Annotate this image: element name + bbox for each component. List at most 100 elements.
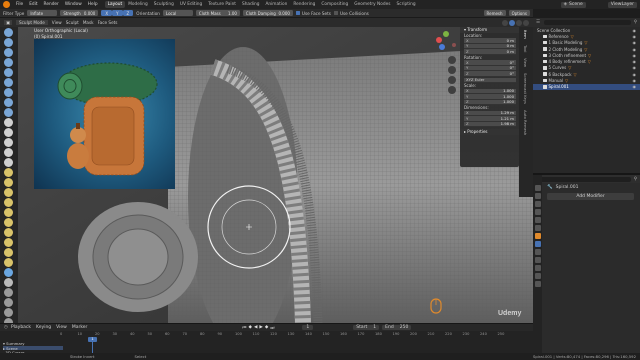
visibility-eye-icon[interactable]: ◉ [633, 78, 637, 83]
dimensions-z-field[interactable]: Z 1.98 m [464, 121, 516, 127]
use-face-sets-checkbox[interactable]: Use Face Sets [295, 11, 331, 16]
menu-sculpt[interactable]: Sculpt [66, 20, 79, 25]
mode-dropdown[interactable]: Sculpt Mode [15, 20, 48, 25]
visibility-eye-icon[interactable]: ◉ [633, 28, 637, 33]
menu-window[interactable]: Window [62, 2, 85, 7]
timeline-menu-playback[interactable]: Playback [11, 325, 31, 330]
blob-brush-icon[interactable] [4, 98, 13, 107]
constraints-tab-icon[interactable] [534, 265, 541, 271]
end-frame-field[interactable]: End 250 [382, 325, 412, 330]
zoom-view-icon[interactable] [448, 56, 456, 64]
outliner-editor-icon[interactable]: ☰ [536, 20, 540, 25]
gizmo-neg-x-icon[interactable] [452, 43, 456, 47]
inflate-brush-icon[interactable] [4, 88, 13, 97]
fill-brush-icon[interactable] [4, 138, 13, 147]
scene-tab-icon[interactable] [534, 217, 541, 223]
flatten-brush-icon[interactable] [4, 128, 13, 137]
sidebar-tab-view[interactable]: View [523, 55, 528, 70]
visibility-eye-icon[interactable]: ◉ [633, 40, 637, 45]
include-checkbox-icon[interactable] [543, 40, 547, 45]
prev-keyframe-icon[interactable]: ◆ [248, 325, 251, 331]
workspace-tab-layout[interactable]: Layout [104, 1, 126, 8]
include-checkbox-icon[interactable] [543, 53, 547, 58]
grab-brush-icon[interactable] [4, 178, 13, 187]
jump-end-icon[interactable]: ⏭ [270, 325, 274, 331]
shading-material-icon[interactable] [516, 19, 522, 26]
mask-brush-icon[interactable] [4, 288, 13, 297]
filter-type-dropdown[interactable]: Inflate [27, 10, 58, 16]
cloth-brush-icon[interactable] [4, 268, 13, 277]
shading-rendered-icon[interactable] [523, 19, 529, 26]
view-layer-selector[interactable]: ViewLayer [607, 1, 637, 8]
output-tab-icon[interactable] [534, 201, 541, 207]
draw-sharp-brush-icon[interactable] [4, 38, 13, 47]
draw-face-sets-brush-icon[interactable] [4, 298, 13, 307]
modifier-tab-icon[interactable] [534, 241, 541, 247]
shading-wireframe-icon[interactable] [502, 19, 508, 26]
boundary-brush-icon[interactable] [4, 258, 13, 267]
visibility-eye-icon[interactable]: ◉ [633, 59, 637, 64]
clay-thumb-brush-icon[interactable] [4, 68, 13, 77]
object-tab-icon[interactable] [534, 233, 541, 239]
editor-type-icon[interactable]: ▣ [4, 20, 12, 25]
sidebar-tab-tool[interactable]: Tool [523, 42, 528, 55]
menu-help[interactable]: Help [85, 2, 101, 7]
timeline-ruler[interactable]: 0 10 20 30 40 50 60 70 80 90 100 110 120 130 140 150 160… [60, 331, 533, 337]
simplify-brush-icon[interactable] [4, 278, 13, 287]
multiplane-scrape-brush-icon[interactable] [4, 158, 13, 167]
strength-field[interactable]: Strength 0.000 [60, 10, 99, 16]
include-checkbox-icon[interactable] [543, 78, 547, 83]
workspace-tab-shading[interactable]: Shading [239, 1, 262, 8]
render-tab-icon[interactable] [534, 193, 541, 199]
gizmo-z-axis-icon[interactable] [439, 44, 445, 50]
scene-selector[interactable]: ◈ Scene [560, 1, 586, 8]
workspace-tab-uv-editing[interactable]: UV Editing [177, 1, 205, 8]
crease-brush-icon[interactable] [4, 108, 13, 117]
next-keyframe-icon[interactable]: ◆ [265, 325, 268, 331]
elastic-deform-brush-icon[interactable] [4, 188, 13, 197]
play-reverse-icon[interactable]: ◀ [254, 325, 257, 331]
menu-mask[interactable]: Mask [83, 20, 94, 25]
sidebar-tab-item[interactable]: Item [523, 27, 528, 42]
remesh-dropdown[interactable]: Remesh [483, 10, 506, 16]
sidebar-tab-screencast-keys[interactable]: Screencast Keys [523, 70, 528, 107]
workspace-tab-compositing[interactable]: Compositing [318, 1, 351, 8]
rotate-brush-icon[interactable] [4, 238, 13, 247]
material-tab-icon[interactable] [534, 281, 541, 287]
visibility-eye-icon[interactable]: ◉ [633, 34, 637, 39]
start-frame-field[interactable]: Start 1 [353, 325, 380, 330]
box-mask-brush-icon[interactable] [4, 308, 13, 317]
gizmo-y-axis-icon[interactable] [443, 31, 449, 37]
nudge-brush-icon[interactable] [4, 228, 13, 237]
workspace-tab-modeling[interactable]: Modeling [125, 1, 151, 8]
snake-hook-brush-icon[interactable] [4, 198, 13, 207]
layer-brush-icon[interactable] [4, 78, 13, 87]
smooth-brush-icon[interactable] [4, 118, 13, 127]
use-collisions-checkbox[interactable]: Use Collisions [333, 11, 369, 16]
outliner-search-input[interactable] [544, 19, 631, 26]
axis-z-toggle[interactable]: Z [122, 10, 134, 16]
viewport-shading-buttons[interactable] [502, 19, 529, 26]
timeline-editor-icon[interactable]: ◷ [4, 325, 8, 330]
pinch-brush-icon[interactable] [4, 168, 13, 177]
axis-x-toggle[interactable]: X [101, 10, 113, 16]
workspace-tab-sculpting[interactable]: Sculpting [151, 1, 177, 8]
visibility-eye-icon[interactable]: ◉ [633, 47, 637, 52]
menu-face-sets[interactable]: Face Sets [98, 20, 118, 25]
slide-relax-brush-icon[interactable] [4, 248, 13, 257]
play-icon[interactable]: ▶ [259, 325, 262, 331]
shading-solid-icon[interactable] [509, 19, 515, 26]
draw-brush-icon[interactable] [4, 28, 13, 37]
tool-tab-icon[interactable] [534, 185, 541, 191]
timeline-menu-view[interactable]: View [56, 325, 67, 330]
include-checkbox-icon[interactable] [543, 47, 547, 51]
cloth-damping-field[interactable]: Cloth Damping 0.000 [242, 10, 293, 16]
pin-icon[interactable]: ⚲ [634, 177, 637, 182]
add-modifier-button[interactable]: Add Modifier [547, 193, 634, 200]
workspace-tab-texture-paint[interactable]: Texture Paint [205, 1, 239, 8]
include-checkbox-icon[interactable] [543, 66, 547, 70]
sidebar-tab-auto-remesh[interactable]: Auto Remesh [523, 107, 528, 138]
cloth-mass-field[interactable]: Cloth Mass 1.00 [195, 10, 240, 16]
world-tab-icon[interactable] [534, 225, 541, 231]
blender-logo-icon[interactable] [3, 1, 10, 8]
